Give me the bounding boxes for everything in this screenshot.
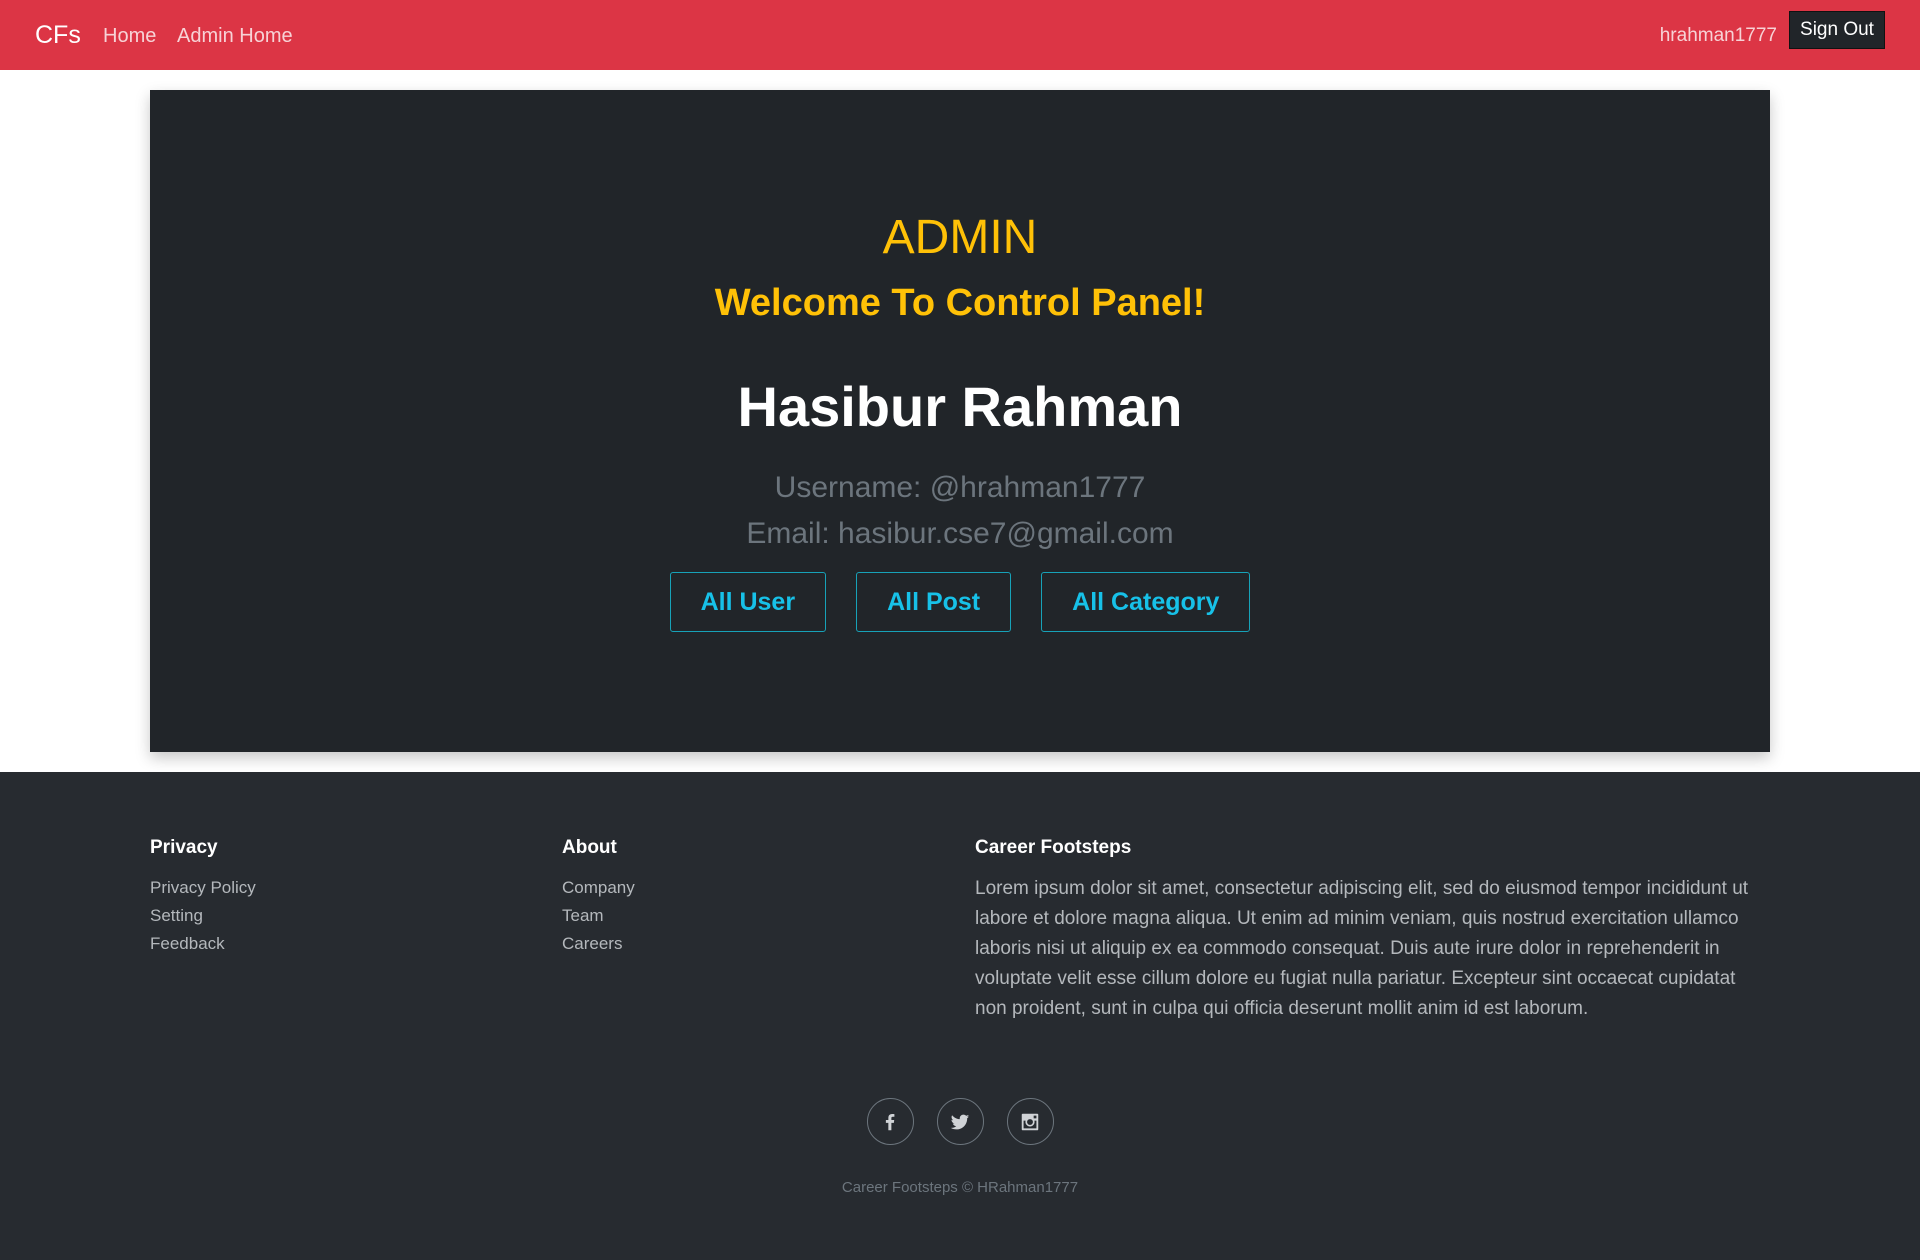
all-category-button[interactable]: All Category — [1041, 572, 1251, 632]
brand-logo[interactable]: CFs — [35, 20, 81, 50]
nav-link-home[interactable]: Home — [103, 23, 156, 49]
nav-link-admin-home[interactable]: Admin Home — [177, 23, 293, 49]
admin-control-panel: ADMIN Welcome To Control Panel! Hasibur … — [150, 90, 1770, 752]
footer-privacy-heading: Privacy — [150, 837, 218, 858]
panel-subtitle: Welcome To Control Panel! — [714, 282, 1206, 324]
facebook-icon[interactable] — [866, 1098, 914, 1145]
admin-email: Email: hasibur.cse7@gmail.com — [746, 517, 1174, 550]
footer-link-team[interactable]: Team — [562, 902, 942, 930]
instagram-icon[interactable] — [1006, 1098, 1054, 1145]
footer-career-heading: Career Footsteps — [975, 837, 1132, 858]
footer-career-text: Lorem ipsum dolor sit amet, consectetur … — [975, 878, 1749, 1019]
twitter-icon[interactable] — [936, 1098, 984, 1145]
page-footer: Privacy Privacy Policy Setting Feedback … — [0, 772, 1920, 1260]
footer-about-column: About Company Team Careers — [562, 836, 942, 958]
all-user-button[interactable]: All User — [669, 572, 827, 632]
footer-career-column: Career Footsteps Lorem ipsum dolor sit a… — [975, 836, 1755, 1024]
top-navbar: CFs Home Admin Home hrahman1777 Sign Out — [0, 0, 1920, 70]
footer-link-feedback[interactable]: Feedback — [150, 930, 530, 958]
footer-about-heading: About — [562, 837, 617, 858]
admin-username: Username: @hrahman1777 — [774, 471, 1146, 504]
social-links — [0, 1098, 1920, 1145]
sign-out-button[interactable]: Sign Out — [1789, 11, 1885, 49]
nav-username[interactable]: hrahman1777 — [1660, 24, 1777, 48]
all-post-button[interactable]: All Post — [856, 572, 1012, 632]
footer-copyright: Career Footsteps © HRahman1777 — [841, 1179, 1079, 1196]
panel-button-row: All User All Post All Category — [150, 572, 1770, 632]
footer-privacy-column: Privacy Privacy Policy Setting Feedback — [150, 836, 530, 958]
footer-link-privacy-policy[interactable]: Privacy Policy — [150, 874, 530, 902]
panel-title: ADMIN — [882, 211, 1038, 264]
admin-full-name: Hasibur Rahman — [737, 375, 1183, 438]
footer-link-setting[interactable]: Setting — [150, 902, 530, 930]
footer-link-company[interactable]: Company — [562, 874, 942, 902]
footer-link-careers[interactable]: Careers — [562, 930, 942, 958]
